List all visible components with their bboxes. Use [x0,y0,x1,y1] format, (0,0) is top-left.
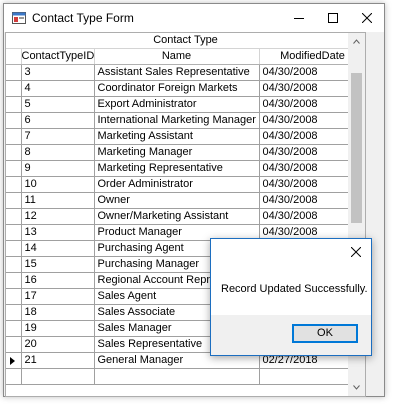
scroll-up-button[interactable] [348,33,365,50]
cell-name[interactable]: Coordinator Foreign Markets [94,80,260,97]
cell-name[interactable]: Marketing Manager [94,144,260,161]
title-bar[interactable]: Contact Type Form [4,4,384,32]
row-header[interactable] [6,80,22,97]
row-header[interactable] [6,368,22,385]
table-row[interactable] [6,368,365,385]
column-header-name[interactable]: Name [94,49,260,65]
dialog-footer: OK [211,315,371,355]
row-header[interactable] [6,144,22,161]
cell-name[interactable] [94,368,260,385]
current-row-arrow-icon [10,357,15,365]
table-row[interactable]: 10 Order Administrator 04/30/2008 [6,176,365,193]
cell-contacttypeid[interactable]: 20 [21,336,95,353]
grid-caption: Contact Type [6,33,365,49]
cell-contacttypeid[interactable]: 12 [21,208,95,225]
dialog-close-button[interactable] [345,242,367,262]
table-row[interactable]: 9 Marketing Representative 04/30/2008 [6,160,365,177]
table-row[interactable]: 12 Owner/Marketing Assistant 04/30/2008 [6,208,365,225]
cell-contacttypeid[interactable]: 16 [21,272,95,289]
table-row[interactable]: 6 International Marketing Manager 04/30/20… [6,112,365,129]
table-row[interactable]: 5 Export Administrator 04/30/2008 [6,96,365,113]
cell-name[interactable]: Owner/Marketing Assistant [94,208,260,225]
chevron-down-icon [353,385,360,390]
cell-contacttypeid[interactable]: 15 [21,256,95,273]
close-icon [351,247,361,257]
chevron-up-icon [353,39,360,44]
row-header[interactable] [6,320,22,337]
table-row[interactable]: 7 Marketing Assistant 04/30/2008 [6,128,365,145]
cell-contacttypeid[interactable]: 19 [21,320,95,337]
header-row: ContactTypeID Name ModifiedDate [6,49,365,65]
cell-contacttypeid[interactable]: 7 [21,128,95,145]
table-row[interactable]: 8 Marketing Manager 04/30/2008 [6,144,365,161]
row-header[interactable] [6,352,22,369]
cell-name[interactable]: Marketing Assistant [94,128,260,145]
cell-contacttypeid[interactable]: 17 [21,288,95,305]
scrollbar-thumb[interactable] [351,73,362,223]
message-dialog: Record Updated Successfully. OK [210,238,372,356]
cell-name[interactable]: Assistant Sales Representative [94,64,260,81]
window-title: Contact Type Form [32,11,134,25]
table-row[interactable]: 4 Coordinator Foreign Markets 04/30/2008 [6,80,365,97]
table-row[interactable]: 3 Assistant Sales Representative 04/30/200… [6,64,365,81]
row-header[interactable] [6,64,22,81]
cell-name[interactable]: Order Administrator [94,176,260,193]
row-header[interactable] [6,304,22,321]
close-button[interactable] [350,4,384,32]
cell-name[interactable]: Marketing Representative [94,160,260,177]
row-header[interactable] [6,192,22,209]
cell-contacttypeid[interactable]: 6 [21,112,95,129]
row-header[interactable] [6,272,22,289]
table-row[interactable]: 11 Owner 04/30/2008 [6,192,365,209]
cell-contacttypeid[interactable]: 10 [21,176,95,193]
cell-contacttypeid[interactable]: 11 [21,192,95,209]
cell-contacttypeid[interactable]: 18 [21,304,95,321]
cell-contacttypeid[interactable]: 3 [21,64,95,81]
cell-name[interactable]: Owner [94,192,260,209]
row-header[interactable] [6,336,22,353]
row-header[interactable] [6,96,22,113]
row-header[interactable] [6,176,22,193]
maximize-icon [328,13,338,23]
scroll-down-button[interactable] [348,379,365,396]
row-header[interactable] [6,160,22,177]
row-header[interactable] [6,240,22,257]
cell-contacttypeid[interactable]: 8 [21,144,95,161]
maximize-button[interactable] [316,4,350,32]
minimize-icon [294,18,304,19]
row-header-corner [6,49,22,65]
row-header[interactable] [6,224,22,241]
row-header[interactable] [6,128,22,145]
cell-name[interactable]: Export Administrator [94,96,260,113]
row-header[interactable] [6,112,22,129]
cell-name[interactable]: International Marketing Manager [94,112,260,129]
row-header[interactable] [6,288,22,305]
cell-contacttypeid[interactable] [21,368,95,385]
close-icon [362,13,372,23]
dialog-message: Record Updated Successfully. [221,283,368,295]
cell-contacttypeid[interactable]: 4 [21,80,95,97]
row-header[interactable] [6,256,22,273]
cell-contacttypeid[interactable]: 9 [21,160,95,177]
app-icon [12,12,26,24]
cell-contacttypeid[interactable]: 5 [21,96,95,113]
ok-button[interactable]: OK [292,324,358,343]
cell-contacttypeid[interactable]: 13 [21,224,95,241]
minimize-button[interactable] [282,4,316,32]
column-header-contacttypeid[interactable]: ContactTypeID [21,49,95,65]
cell-contacttypeid[interactable]: 21 [21,352,95,369]
row-header[interactable] [6,208,22,225]
cell-contacttypeid[interactable]: 14 [21,240,95,257]
